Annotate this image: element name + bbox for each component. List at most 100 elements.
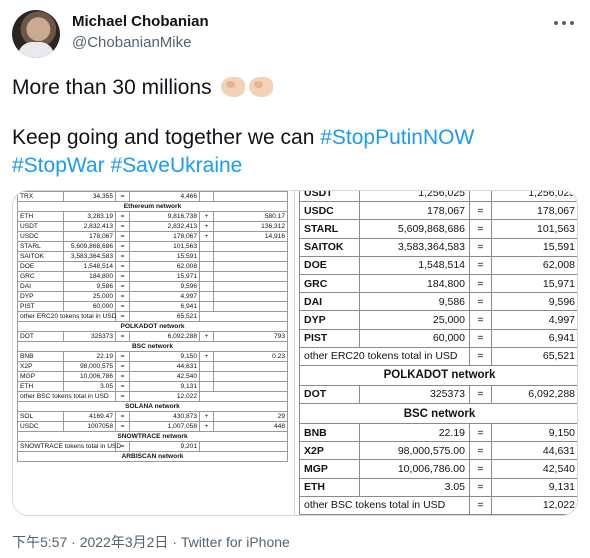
- change-value: [213, 241, 288, 252]
- token-amount: 184,800: [359, 273, 470, 294]
- token-amount: 9,586: [359, 292, 470, 312]
- token-symbol: USDC: [299, 201, 360, 221]
- token-row: STARL 5,609,868,686 = 101,563: [299, 219, 577, 239]
- equals-sign: =: [115, 331, 130, 342]
- token-row: GRC 184,800 = 15,971: [17, 271, 288, 282]
- plus-sign: [199, 241, 214, 252]
- flexed-biceps-icon: [249, 77, 274, 97]
- avatar-photo: [18, 42, 54, 58]
- equals-sign: =: [115, 251, 130, 262]
- equals-sign: =: [469, 237, 492, 257]
- total-value: 12,022: [129, 391, 200, 402]
- usd-value: 2,832,413: [129, 221, 200, 232]
- total-value: 65,521: [491, 346, 577, 366]
- change-value: [213, 191, 288, 202]
- hashtag-link[interactable]: #SaveUkraine: [110, 154, 242, 177]
- equals-sign: [469, 191, 492, 203]
- token-table-left: TRX 34,355 = 4,466 Ethereum network ETH 3,283.…: [17, 191, 288, 462]
- token-row: DYP 25,000 = 4,997: [299, 310, 577, 330]
- token-amount: 98,000,575: [63, 361, 116, 372]
- total-label: other ERC20 tokens total in USD: [17, 311, 116, 322]
- author-name[interactable]: Michael Chobanian: [72, 13, 209, 30]
- change-value: 14,916: [213, 231, 288, 242]
- network-header-row: POLKADOT network: [17, 321, 288, 332]
- token-symbol: DYP: [17, 291, 64, 302]
- token-symbol: SAITOK: [299, 237, 360, 257]
- tweet-time[interactable]: 下午5:57: [12, 534, 67, 550]
- token-row: DYP 25,000 = 4,997: [17, 291, 288, 302]
- equals-sign: =: [115, 191, 130, 202]
- token-symbol: MGP: [17, 371, 64, 382]
- token-amount: 1,256,025: [359, 191, 470, 203]
- usd-value: 4,997: [129, 291, 200, 302]
- total-row: other ERC20 tokens total in USD = 65,521: [299, 346, 577, 366]
- token-amount: 3.05: [63, 381, 116, 392]
- token-amount: 10,006,786: [63, 371, 116, 382]
- usd-value: 44,631: [129, 361, 200, 372]
- token-amount: 4169.47: [63, 411, 116, 422]
- equals-sign: =: [469, 477, 492, 497]
- tweet-date[interactable]: 2022年3月2日: [80, 534, 169, 550]
- equals-sign: =: [115, 231, 130, 242]
- separator: ·: [71, 534, 76, 550]
- hashtag-link[interactable]: #StopWar: [12, 154, 105, 177]
- tweet-source[interactable]: Twitter for iPhone: [181, 534, 290, 550]
- usd-value: 9,596: [129, 281, 200, 292]
- token-row: BNB 22.19 = 9,150: [299, 423, 577, 443]
- equals-sign: =: [469, 310, 492, 330]
- media-image-right[interactable]: USDT 1,256,025 1,256,025 USDC 178,067 = 178,06…: [297, 191, 577, 515]
- token-row: USDC 178,067 = 178,067: [299, 201, 577, 221]
- hashtag-link[interactable]: #StopPutinNOW: [320, 126, 474, 149]
- usd-value: 42,540: [491, 459, 577, 479]
- flexed-biceps-icon: [221, 77, 246, 97]
- token-amount: 1,548,514: [63, 261, 116, 272]
- token-symbol: ETH: [17, 381, 64, 392]
- change-value: [213, 361, 288, 372]
- usd-value: 15,591: [129, 251, 200, 262]
- author-handle[interactable]: @ChobanianMike: [72, 34, 191, 51]
- equals-sign: =: [115, 421, 130, 432]
- network-header: ARBISCAN network: [17, 451, 288, 462]
- change-value: [213, 251, 288, 262]
- token-amount: 3,583,364,583: [63, 251, 116, 262]
- token-amount: 2,832,413: [63, 221, 116, 232]
- equals-sign: =: [115, 261, 130, 272]
- media-image-left[interactable]: TRX 34,355 = 4,466 Ethereum network ETH 3,283.…: [13, 191, 295, 515]
- plus-sign: [199, 301, 214, 312]
- usd-value: 6,092,288: [129, 331, 200, 342]
- plus-sign: [199, 251, 214, 262]
- token-row: STARL 5,609,868,686 = 101,563: [17, 241, 288, 252]
- network-header-row: SOLANA network: [17, 401, 288, 412]
- change-value: 448: [213, 421, 288, 432]
- network-header: Ethereum network: [17, 201, 288, 212]
- equals-sign: =: [115, 371, 130, 382]
- usd-value: 44,631: [491, 441, 577, 461]
- change-value: 136,312: [213, 221, 288, 232]
- author-avatar[interactable]: [12, 10, 60, 58]
- token-row: DOE 1,548,514 = 62,008: [299, 255, 577, 275]
- token-symbol: DYP: [299, 310, 360, 330]
- token-symbol: STARL: [299, 219, 360, 239]
- plus-sign: [199, 361, 214, 372]
- total-value: 12,022: [491, 495, 577, 515]
- network-header: SNOWTRACE network: [17, 431, 288, 442]
- plus-sign: +: [199, 421, 214, 432]
- plus-sign: +: [199, 331, 214, 342]
- usd-value: 4,466: [129, 191, 200, 202]
- token-amount: 325373: [63, 331, 116, 342]
- plus-sign: [199, 371, 214, 382]
- usd-value: 15,971: [491, 273, 577, 294]
- tweet-line-3: #StopWar #SaveUkraine: [12, 152, 578, 180]
- token-symbol: SOL: [17, 411, 64, 422]
- tweet-timestamp: 下午5:57 · 2022年3月2日 · Twitter for iPhone: [12, 532, 290, 552]
- more-options-icon[interactable]: [554, 16, 574, 30]
- total-value: 9,201: [129, 441, 200, 452]
- usd-value: 1,007,058: [129, 421, 200, 432]
- usd-value: 4,997: [491, 310, 577, 330]
- network-header-row: SOLANA network: [299, 514, 577, 515]
- token-table-right: USDT 1,256,025 1,256,025 USDC 178,067 = 178,06…: [299, 191, 577, 515]
- usd-value: 9,816,738: [129, 211, 200, 222]
- token-row: ETH 3,283.19 = 9,816,738 +580.17: [17, 211, 288, 222]
- equals-sign: =: [115, 271, 130, 282]
- usd-value: 15,971: [129, 271, 200, 282]
